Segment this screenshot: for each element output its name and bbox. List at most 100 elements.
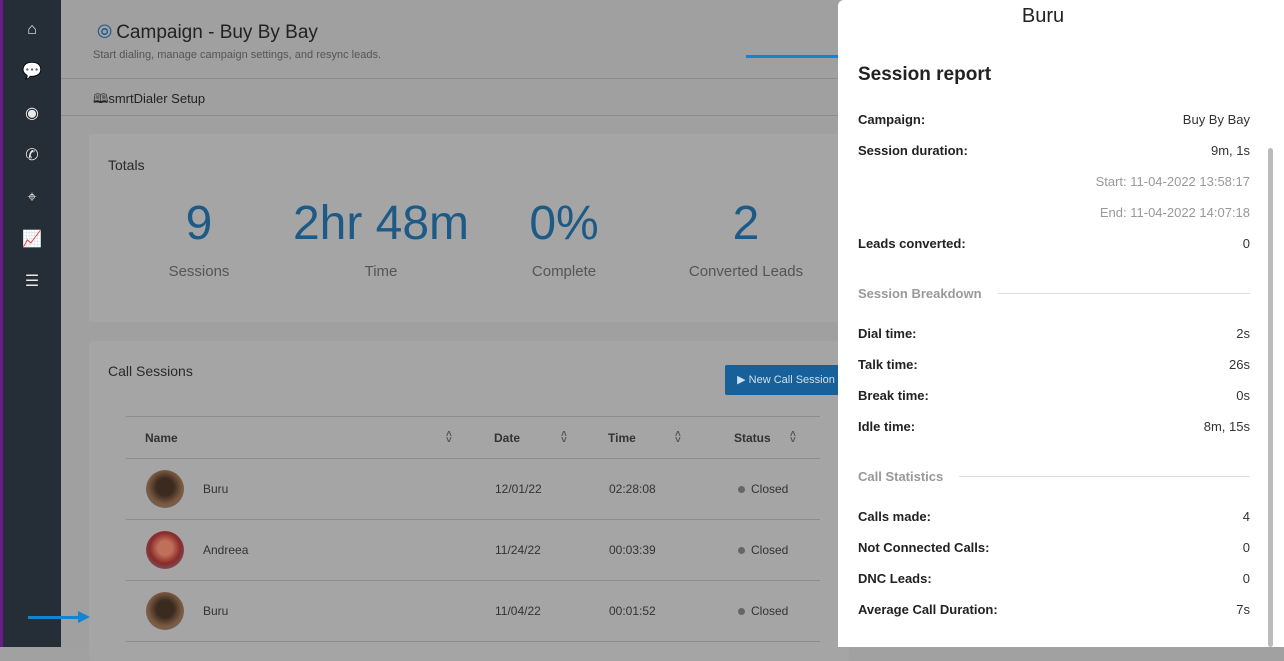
- label: Calls made:: [858, 509, 931, 524]
- call-statistics-title: Call Statistics: [858, 469, 1250, 484]
- session-end: End: 11-04-2022 14:07:18: [1099, 205, 1250, 220]
- stats-row: Calls made: 4: [858, 509, 1250, 524]
- table-row[interactable]: Andreea 11/24/22 00:03:39 Closed: [126, 520, 820, 581]
- divider: [61, 115, 838, 116]
- status-badge: Closed: [738, 543, 788, 557]
- stat-converted-leads: 2 Converted Leads: [656, 196, 836, 280]
- phone-icon[interactable]: ✆: [20, 146, 44, 166]
- label: Talk time:: [858, 357, 918, 372]
- panel-scrollbar[interactable]: [1268, 148, 1273, 647]
- status-text: Closed: [751, 604, 789, 618]
- col-time[interactable]: Time: [608, 431, 636, 445]
- stat-time: 2hr 48m Time: [291, 196, 471, 280]
- col-name[interactable]: Name: [145, 431, 178, 445]
- chat-icon[interactable]: 💬: [20, 62, 44, 82]
- stats-row: Average Call Duration: 7s: [858, 602, 1250, 617]
- col-status[interactable]: Status: [734, 431, 771, 445]
- label: Not Connected Calls:: [858, 540, 990, 555]
- stat-label: Complete: [531, 263, 597, 280]
- session-breakdown-title: Session Breakdown: [858, 286, 1250, 301]
- sidebar: ⌂ 💬 ◉ ✆ ⌖ 📈 ☰: [3, 0, 61, 647]
- location-pin-icon: ⦾: [97, 22, 113, 43]
- label: Dial time:: [858, 326, 917, 341]
- row-time: 00:03:39: [609, 543, 656, 557]
- value: 0: [1242, 236, 1250, 251]
- row-name: Buru: [203, 482, 229, 496]
- row-time: 00:01:52: [609, 604, 656, 618]
- page-subtitle: Start dialing, manage campaign settings,…: [93, 49, 381, 61]
- book-icon: 🕮: [93, 91, 109, 106]
- value: 8m, 15s: [1203, 419, 1250, 434]
- label: Average Call Duration:: [858, 602, 998, 617]
- sessions-table: Name ˄ ˅ Date ˄ ˅ Time ˄ ˅ Status ˄ ˅ Buru 1…: [126, 416, 820, 642]
- session-duration-row: Session duration: 9m, 1s: [858, 143, 1250, 158]
- breakdown-row: Break time: 0s: [858, 388, 1250, 403]
- avatar: [146, 470, 184, 508]
- eye-icon[interactable]: ◉: [20, 104, 44, 124]
- value: Buy By Bay: [1182, 112, 1250, 127]
- sort-icon[interactable]: ˄ ˅: [675, 429, 681, 445]
- stat-label: Time: [364, 263, 398, 280]
- value: 26s: [1229, 357, 1250, 372]
- stat-value: 9: [185, 197, 213, 250]
- status-dot-icon: [738, 486, 745, 493]
- chart-icon[interactable]: 📈: [20, 230, 44, 250]
- new-call-session-button[interactable]: ▶ New Call Session: [725, 365, 847, 395]
- table-row[interactable]: Buru 11/04/22 00:01:52 Closed: [126, 581, 820, 642]
- sort-icon[interactable]: ˄ ˅: [446, 429, 452, 445]
- button-label: New Call Session: [748, 374, 835, 386]
- sort-icon[interactable]: ˄ ˅: [790, 429, 796, 445]
- value: 9m, 1s: [1210, 143, 1250, 158]
- row-name: Buru: [203, 604, 229, 618]
- target-icon[interactable]: ⌖: [20, 188, 44, 208]
- breakdown-row: Idle time: 8m, 15s: [858, 419, 1250, 434]
- sliders-icon[interactable]: ☰: [20, 272, 44, 292]
- label: Leads converted:: [858, 236, 966, 251]
- label: Session duration:: [858, 143, 968, 158]
- status-badge: Closed: [738, 482, 788, 496]
- home-icon[interactable]: ⌂: [20, 20, 44, 40]
- status-text: Closed: [751, 482, 789, 496]
- breakdown-row: Dial time: 2s: [858, 326, 1250, 341]
- stats-row: Not Connected Calls: 0: [858, 540, 1250, 555]
- value: 0: [1242, 571, 1250, 586]
- divider: [61, 78, 838, 79]
- label: Break time:: [858, 388, 929, 403]
- value: 7s: [1236, 602, 1250, 617]
- avatar: [146, 592, 184, 630]
- breakdown-row: Talk time: 26s: [858, 357, 1250, 372]
- stat-complete: 0% Complete: [474, 196, 654, 280]
- stat-value: 0%: [529, 197, 599, 250]
- stat-label: Sessions: [168, 263, 230, 280]
- play-icon: ▶: [737, 374, 749, 386]
- row-name: Andreea: [203, 543, 249, 557]
- page-title: ⦾ Campaign - Buy By Bay: [97, 22, 318, 44]
- table-row[interactable]: Buru 12/01/22 02:28:08 Closed: [126, 459, 820, 520]
- value: 2s: [1236, 326, 1250, 341]
- row-date: 12/01/22: [495, 482, 542, 496]
- status-dot-icon: [738, 547, 745, 554]
- stat-value: 2: [732, 197, 760, 250]
- leads-converted-row: Leads converted: 0: [858, 236, 1250, 251]
- totals-title: Totals: [108, 157, 145, 173]
- col-date[interactable]: Date: [494, 431, 520, 445]
- label: Campaign:: [858, 112, 926, 127]
- main-content: ⦾ Campaign - Buy By Bay Start dialing, ma…: [61, 0, 849, 661]
- call-sessions-title: Call Sessions: [108, 363, 193, 379]
- value: 4: [1242, 509, 1250, 524]
- status-text: Closed: [751, 543, 789, 557]
- setup-link[interactable]: 🕮smrtDialer Setup: [93, 90, 205, 112]
- call-sessions-card: Call Sessions ▶ New Call Session Name ˄ ˅…: [89, 341, 849, 661]
- status-badge: Closed: [738, 604, 788, 618]
- session-report-heading: Session report: [858, 64, 992, 85]
- sort-icon[interactable]: ˄ ˅: [561, 429, 567, 445]
- panel-user-name: Buru: [1021, 5, 1065, 27]
- stat-label: Converted Leads: [688, 263, 804, 280]
- row-date: 11/04/22: [495, 604, 541, 618]
- stat-sessions: 9 Sessions: [109, 196, 289, 280]
- row-date: 11/24/22: [495, 543, 541, 557]
- campaign-row: Campaign: Buy By Bay: [858, 112, 1250, 127]
- stat-value: 2hr 48m: [292, 197, 470, 250]
- annotation-arrow: [28, 611, 90, 623]
- avatar: [146, 531, 184, 569]
